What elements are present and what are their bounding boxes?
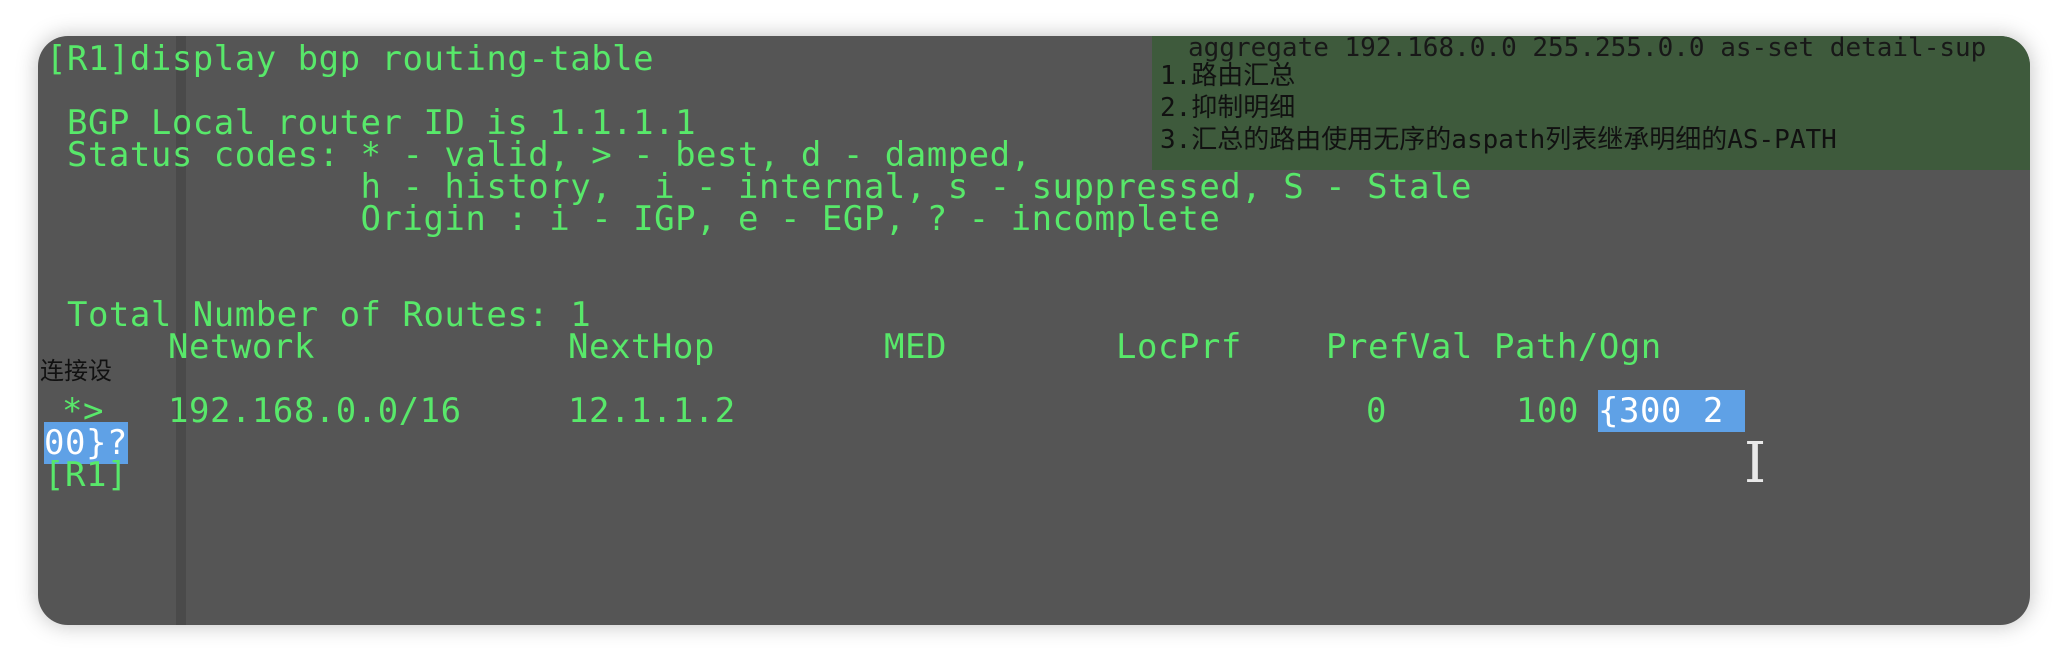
header-med: MED — [884, 327, 947, 367]
command-line: [R1]display bgp routing-table — [46, 39, 655, 79]
route-path-selected[interactable]: {300 2 — [1598, 390, 1745, 432]
header-locprf: LocPrf — [1116, 327, 1242, 367]
header-nexthop: NextHop — [568, 327, 715, 367]
note-aggregate-command: aggregate 192.168.0.0 255.255.0.0 as-set… — [1188, 36, 1987, 63]
annotation-note: aggregate 192.168.0.0 255.255.0.0 as-set… — [1152, 36, 2030, 170]
header-prefval: PrefVal — [1326, 327, 1473, 367]
total-routes-line: Total Number of Routes: 1 — [46, 295, 592, 335]
i-beam-cursor-icon: I — [1744, 431, 1767, 496]
side-label: 连接设 — [40, 357, 112, 385]
route-nexthop: 12.1.1.2 — [568, 391, 736, 431]
terminal-window[interactable]: [R1]display bgp routing-table BGP Local … — [38, 36, 2030, 625]
note-item-2: 2.抑制明细 — [1160, 93, 1296, 123]
origin-codes-line: Origin : i - IGP, e - EGP, ? - incomplet… — [46, 199, 1221, 239]
route-locprf: 0 — [1366, 391, 1387, 431]
header-network: Network — [168, 327, 315, 367]
note-item-3: 3.汇总的路由使用无序的aspath列表继承明细的AS-PATH — [1160, 125, 1837, 155]
route-prefval: 100 — [1516, 391, 1579, 431]
note-item-1: 1.路由汇总 — [1160, 61, 1296, 91]
header-path: Path/Ogn — [1494, 327, 1662, 367]
prompt[interactable]: [R1] — [44, 454, 128, 496]
route-network: 192.168.0.0/16 — [168, 391, 462, 431]
